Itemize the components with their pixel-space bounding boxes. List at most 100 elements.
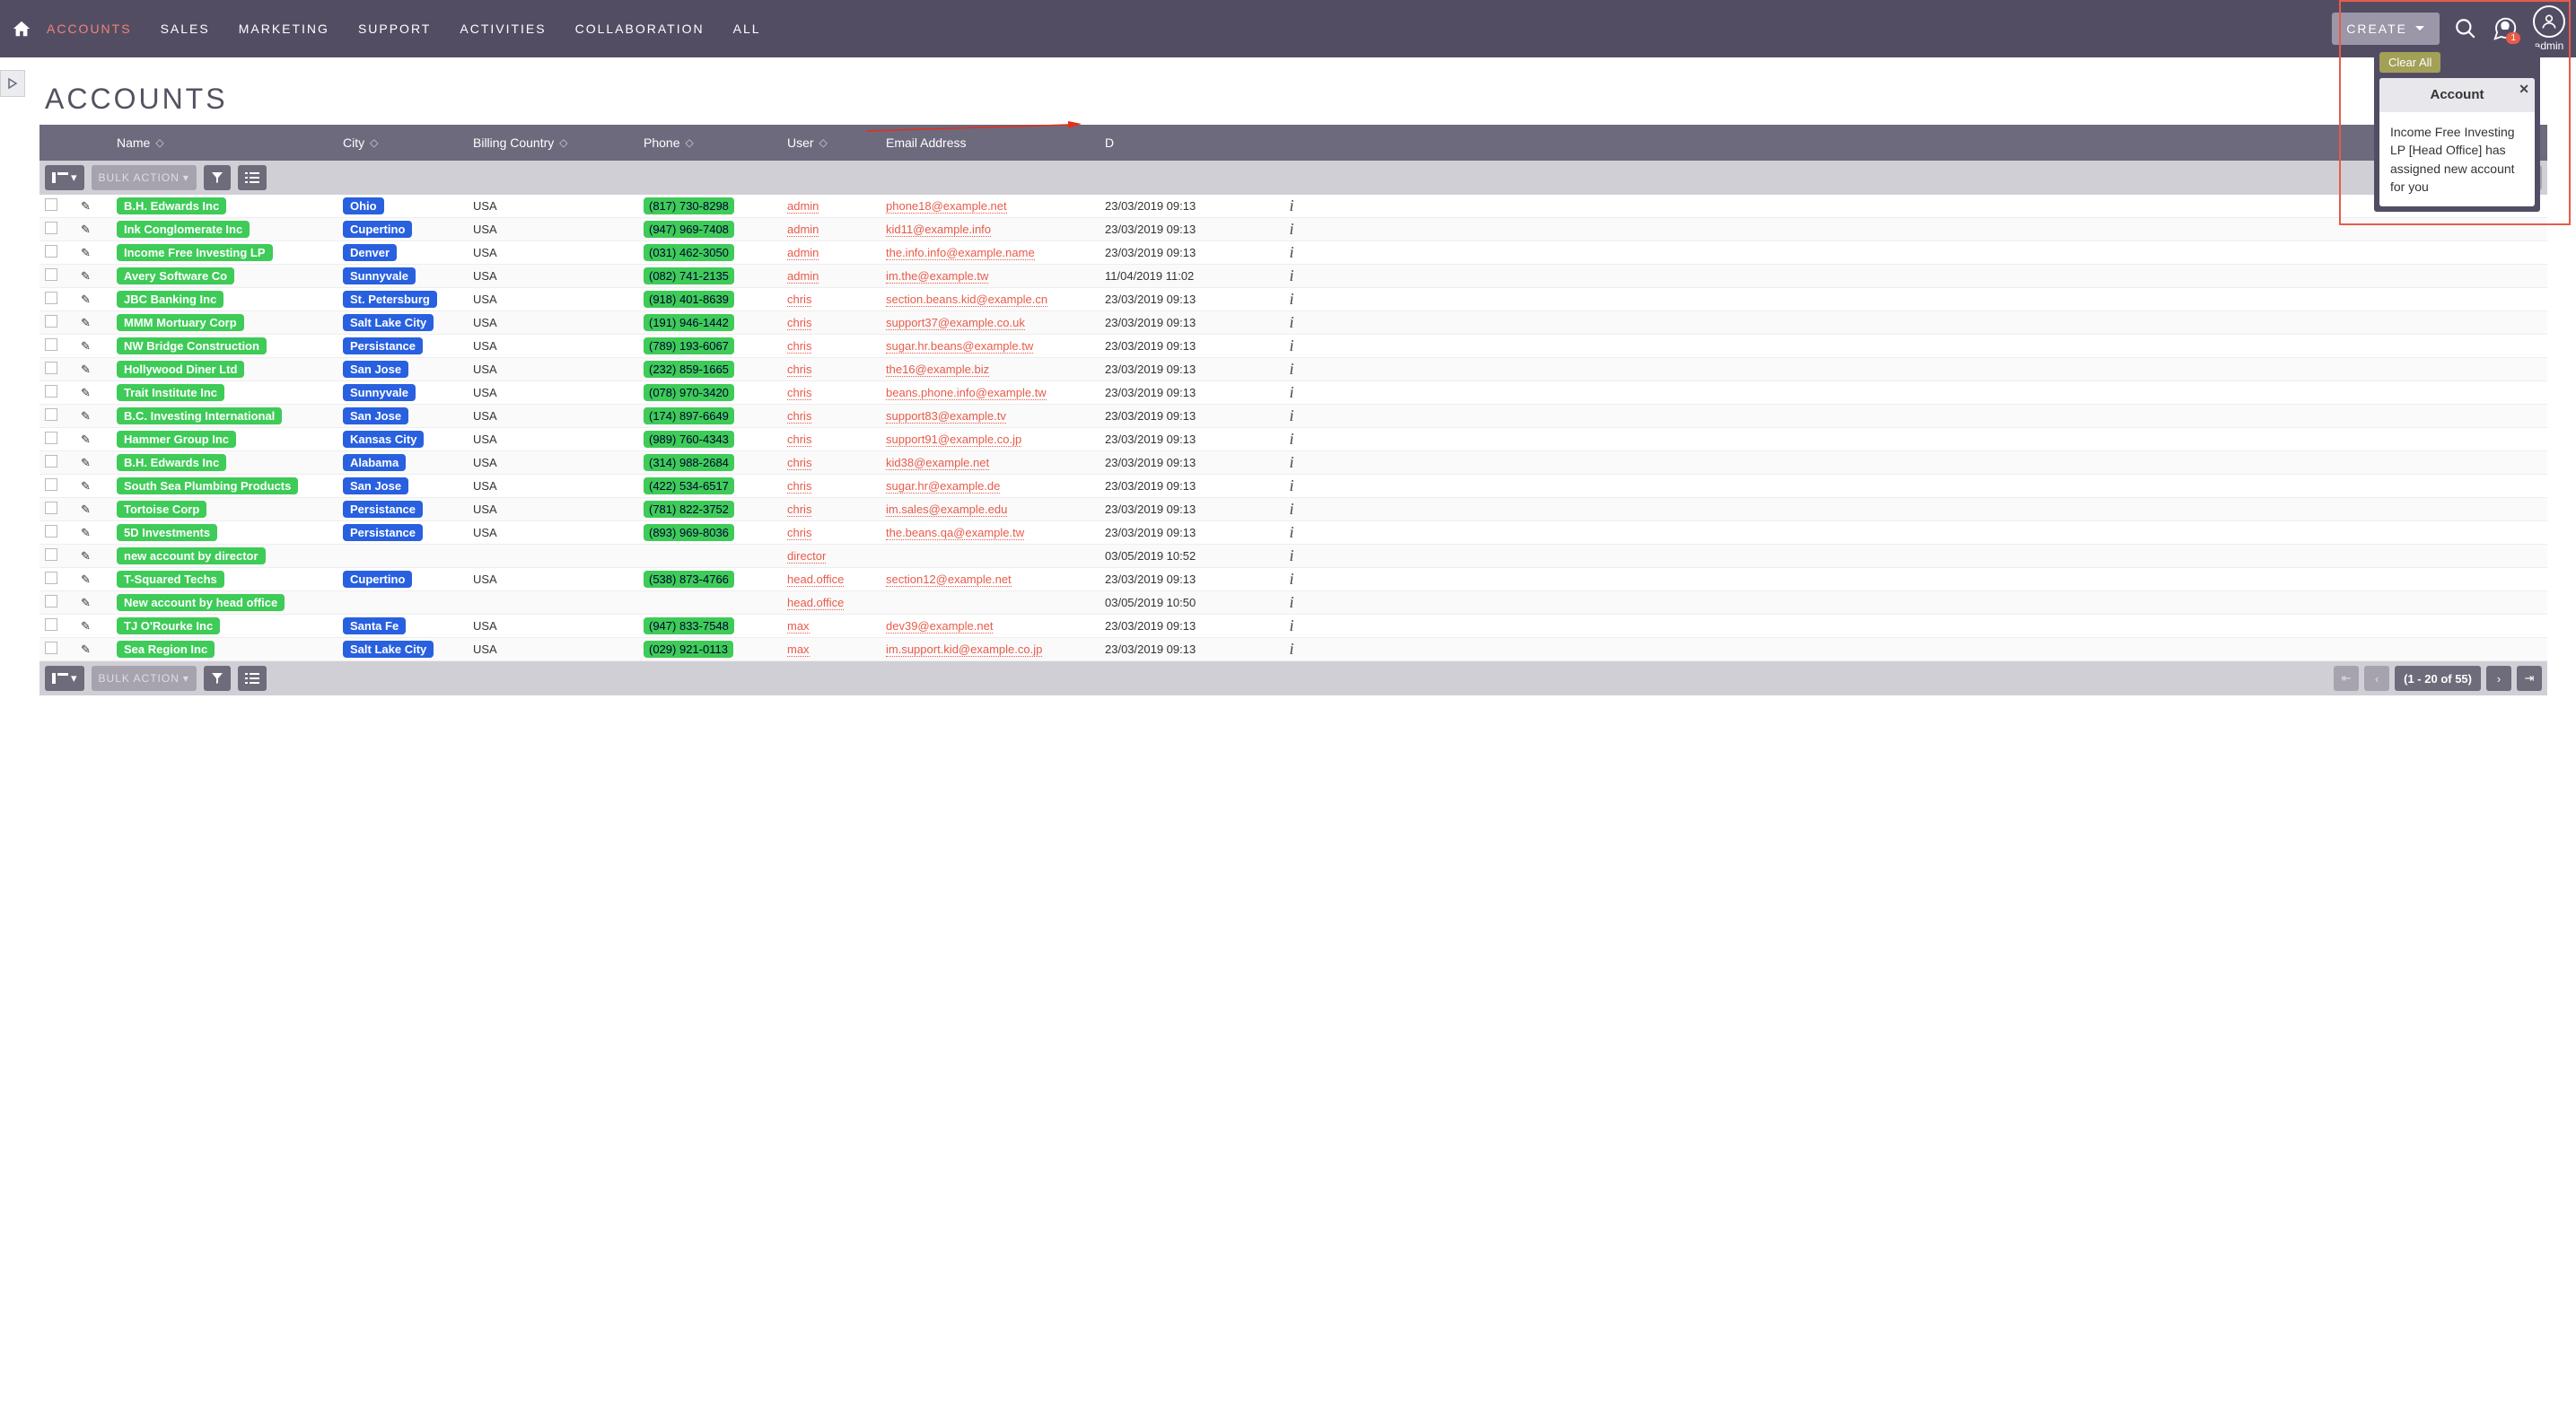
account-name-pill[interactable]: New account by head office — [117, 594, 285, 611]
account-name-pill[interactable]: JBC Banking Inc — [117, 291, 223, 308]
phone-pill[interactable]: (781) 822-3752 — [644, 501, 734, 518]
user-link[interactable]: chris — [787, 409, 811, 424]
row-checkbox[interactable] — [45, 502, 57, 514]
nav-item-activities[interactable]: ACTIVITIES — [460, 4, 546, 54]
notifications-icon[interactable]: 1 — [2492, 15, 2519, 42]
email-link[interactable]: the.info.info@example.name — [886, 246, 1035, 260]
clear-all-button[interactable]: Clear All — [2379, 52, 2440, 73]
edit-icon[interactable]: ✎ — [81, 386, 91, 399]
user-link[interactable]: chris — [787, 433, 811, 447]
user-link[interactable]: chris — [787, 456, 811, 470]
user-link[interactable]: chris — [787, 339, 811, 354]
row-checkbox[interactable] — [45, 198, 57, 211]
info-icon[interactable]: i — [1289, 406, 1293, 424]
account-name-pill[interactable]: 5D Investments — [117, 524, 217, 541]
edit-icon[interactable]: ✎ — [81, 619, 91, 633]
account-name-pill[interactable]: South Sea Plumbing Products — [117, 477, 298, 494]
user-link[interactable]: chris — [787, 293, 811, 307]
email-link[interactable]: support91@example.co.jp — [886, 433, 1021, 447]
phone-pill[interactable]: (191) 946-1442 — [644, 314, 734, 331]
info-icon[interactable]: i — [1289, 453, 1293, 471]
city-pill[interactable]: Persistance — [343, 501, 423, 518]
edit-icon[interactable]: ✎ — [81, 293, 91, 306]
edit-icon[interactable]: ✎ — [81, 526, 91, 539]
edit-icon[interactable]: ✎ — [81, 316, 91, 329]
phone-pill[interactable]: (174) 897-6649 — [644, 407, 734, 424]
user-link[interactable]: max — [787, 619, 810, 634]
user-link[interactable]: chris — [787, 363, 811, 377]
row-checkbox[interactable] — [45, 525, 57, 538]
city-pill[interactable]: San Jose — [343, 407, 408, 424]
edit-icon[interactable]: ✎ — [81, 433, 91, 446]
columns-toggle-button[interactable]: ▾ — [45, 666, 84, 691]
phone-pill[interactable]: (078) 970-3420 — [644, 384, 734, 401]
phone-pill[interactable]: (893) 969-8036 — [644, 524, 734, 541]
edit-icon[interactable]: ✎ — [81, 503, 91, 516]
phone-pill[interactable]: (789) 193-6067 — [644, 337, 734, 354]
edit-icon[interactable]: ✎ — [81, 409, 91, 423]
create-button[interactable]: CREATE — [2332, 13, 2440, 45]
info-icon[interactable]: i — [1289, 430, 1293, 448]
info-icon[interactable]: i — [1289, 360, 1293, 378]
account-name-pill[interactable]: TJ O'Rourke Inc — [117, 617, 220, 634]
city-pill[interactable]: Cupertino — [343, 571, 412, 588]
row-checkbox[interactable] — [45, 548, 57, 561]
info-icon[interactable]: i — [1289, 290, 1293, 308]
col-header-city[interactable]: City◇ — [343, 135, 473, 150]
edit-icon[interactable]: ✎ — [81, 199, 91, 213]
phone-pill[interactable]: (029) 921-0113 — [644, 641, 733, 658]
bulk-action-button[interactable]: BULK ACTION▾ — [92, 165, 197, 190]
user-link[interactable]: chris — [787, 479, 811, 494]
city-pill[interactable]: Cupertino — [343, 221, 412, 238]
email-link[interactable]: im.the@example.tw — [886, 269, 988, 284]
row-checkbox[interactable] — [45, 245, 57, 258]
city-pill[interactable]: Kansas City — [343, 431, 424, 448]
columns-toggle-button[interactable]: ▾ — [45, 165, 84, 190]
row-checkbox[interactable] — [45, 595, 57, 607]
account-name-pill[interactable]: B.C. Investing International — [117, 407, 282, 424]
nav-item-marketing[interactable]: MARKETING — [239, 4, 329, 54]
list-view-button[interactable] — [238, 165, 267, 190]
email-link[interactable]: support83@example.tv — [886, 409, 1006, 424]
info-icon[interactable]: i — [1289, 523, 1293, 541]
account-name-pill[interactable]: Ink Conglomerate Inc — [117, 221, 250, 238]
user-link[interactable]: chris — [787, 526, 811, 540]
row-checkbox[interactable] — [45, 338, 57, 351]
phone-pill[interactable]: (314) 988-2684 — [644, 454, 734, 471]
pagination-first-button[interactable]: ⇤ — [2334, 666, 2359, 691]
account-name-pill[interactable]: NW Bridge Construction — [117, 337, 267, 354]
user-link[interactable]: director — [787, 549, 826, 564]
row-checkbox[interactable] — [45, 268, 57, 281]
info-icon[interactable]: i — [1289, 243, 1293, 261]
nav-item-accounts[interactable]: ACCOUNTS — [47, 4, 132, 54]
phone-pill[interactable]: (082) 741-2135 — [644, 267, 734, 284]
edit-icon[interactable]: ✎ — [81, 363, 91, 376]
account-name-pill[interactable]: Trait Institute Inc — [117, 384, 224, 401]
info-icon[interactable]: i — [1289, 337, 1293, 354]
filter-button[interactable] — [204, 666, 231, 691]
email-link[interactable]: sugar.hr.beans@example.tw — [886, 339, 1033, 354]
info-icon[interactable]: i — [1289, 220, 1293, 238]
account-name-pill[interactable]: MMM Mortuary Corp — [117, 314, 244, 331]
email-link[interactable]: im.support.kid@example.co.jp — [886, 642, 1042, 657]
email-link[interactable]: im.sales@example.edu — [886, 503, 1007, 517]
row-checkbox[interactable] — [45, 642, 57, 654]
search-icon[interactable] — [2454, 17, 2477, 40]
city-pill[interactable]: St. Petersburg — [343, 291, 437, 308]
account-name-pill[interactable]: Avery Software Co — [117, 267, 234, 284]
edit-icon[interactable]: ✎ — [81, 246, 91, 259]
info-icon[interactable]: i — [1289, 476, 1293, 494]
row-checkbox[interactable] — [45, 292, 57, 304]
notification-card[interactable]: Account ✕ Income Free Investing LP [Head… — [2379, 78, 2535, 206]
email-link[interactable]: the16@example.biz — [886, 363, 989, 377]
col-header-country[interactable]: Billing Country◇ — [473, 135, 644, 150]
email-link[interactable]: phone18@example.net — [886, 199, 1007, 214]
city-pill[interactable]: San Jose — [343, 361, 408, 378]
city-pill[interactable]: Sunnyvale — [343, 267, 416, 284]
city-pill[interactable]: Persistance — [343, 337, 423, 354]
email-link[interactable]: section12@example.net — [886, 573, 1012, 587]
col-header-date[interactable]: D — [1105, 135, 1275, 150]
phone-pill[interactable]: (918) 401-8639 — [644, 291, 734, 308]
account-name-pill[interactable]: B.H. Edwards Inc — [117, 454, 226, 471]
user-link[interactable]: head.office — [787, 573, 844, 587]
